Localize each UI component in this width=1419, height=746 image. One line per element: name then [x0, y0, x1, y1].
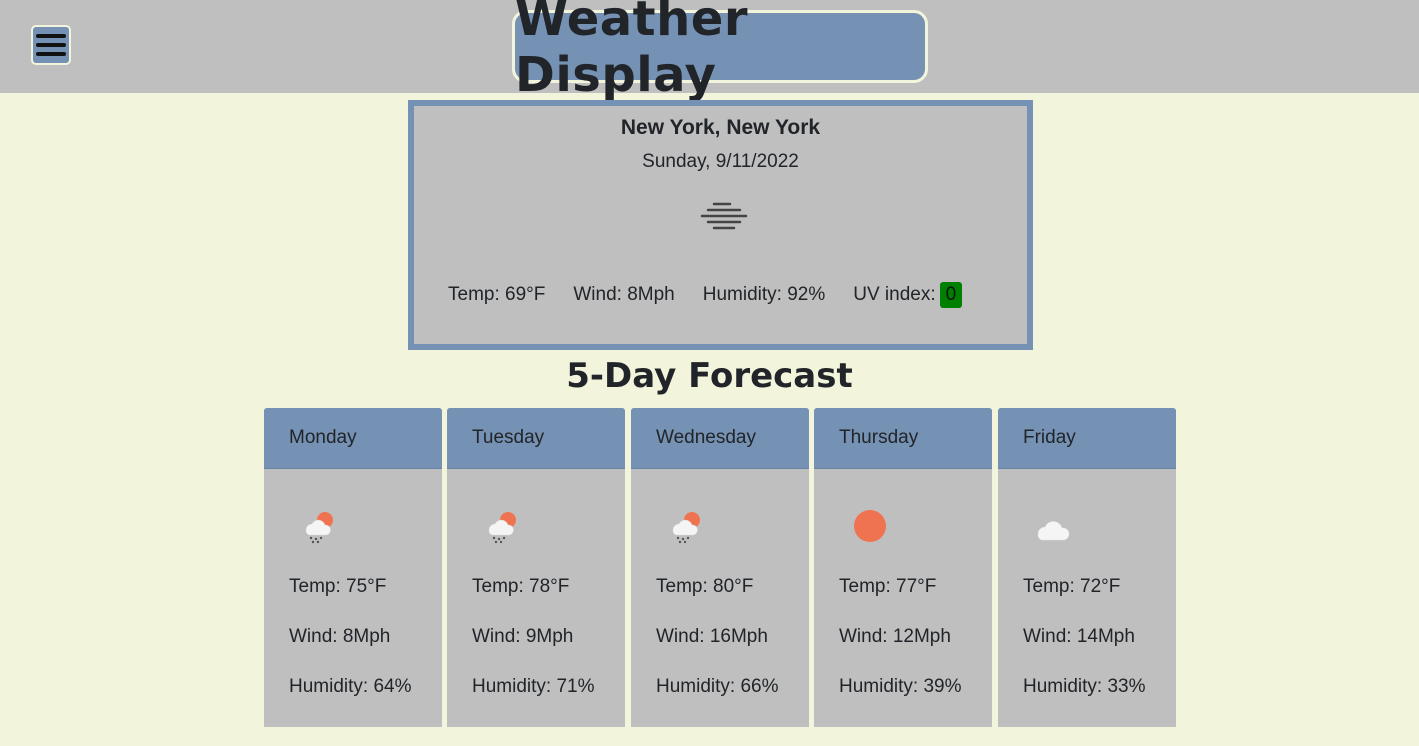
current-stats: Temp: 69°F Wind: 8Mph Humidity: 92% UV i… — [448, 282, 963, 308]
current-wind: Wind: 8Mph — [573, 284, 675, 305]
hamburger-menu-button[interactable] — [31, 25, 71, 65]
rain-sun-icon — [488, 512, 516, 544]
city-name: New York, New York — [620, 116, 821, 139]
rain-sun-icon — [305, 512, 333, 544]
forecast-day: Wednesday — [631, 408, 809, 469]
forecast-card-friday: Friday Temp: 72°F Wind: 14Mph Humidity: … — [998, 408, 1176, 727]
forecast-day: Friday — [998, 408, 1176, 469]
page-title: Weather Display — [515, 0, 749, 103]
forecast-temp: Temp: 75°F — [289, 576, 387, 597]
hamburger-icon-line — [36, 43, 66, 47]
uv-label: UV index: — [853, 284, 936, 305]
forecast-temp: Temp: 72°F — [1023, 576, 1121, 597]
hamburger-icon-line — [36, 34, 66, 38]
forecast-day: Tuesday — [447, 408, 625, 469]
current-weather-panel: New York, New York Sunday, 9/11/2022 Tem… — [408, 100, 1033, 350]
rain-sun-icon — [672, 512, 700, 544]
forecast-title: 5-Day Forecast — [566, 356, 853, 396]
forecast-wind: Wind: 14Mph — [1023, 626, 1135, 647]
uv-index-badge: 0 — [939, 282, 963, 308]
forecast-day: Thursday — [814, 408, 992, 469]
hamburger-icon-line — [36, 52, 66, 56]
forecast-card-thursday: Thursday Temp: 77°F Wind: 12Mph Humidity… — [814, 408, 992, 727]
forecast-temp: Temp: 80°F — [656, 576, 754, 597]
forecast-wind: Wind: 12Mph — [839, 626, 951, 647]
forecast-humidity: Humidity: 66% — [656, 676, 779, 697]
fog-icon — [700, 202, 748, 230]
forecast-humidity: Humidity: 33% — [1023, 676, 1146, 697]
current-temp: Temp: 69°F — [448, 284, 546, 305]
forecast-wind: Wind: 9Mph — [472, 626, 574, 647]
forecast-day: Monday — [264, 408, 442, 469]
forecast-humidity: Humidity: 71% — [472, 676, 595, 697]
forecast-wind: Wind: 8Mph — [289, 626, 391, 647]
forecast-card-wednesday: Wednesday Temp: 80°F Wind: 16Mph Humidit… — [631, 408, 809, 727]
cloud-icon — [1037, 521, 1070, 541]
forecast-card-monday: Monday Temp: 75°F Wind: 8Mph Humidity: 6… — [264, 408, 442, 727]
forecast-humidity: Humidity: 39% — [839, 676, 962, 697]
forecast-wind: Wind: 16Mph — [656, 626, 768, 647]
forecast-humidity: Humidity: 64% — [289, 676, 412, 697]
forecast-temp: Temp: 77°F — [839, 576, 937, 597]
forecast-card-tuesday: Tuesday Temp: 78°F Wind: 9Mph Humidity: … — [447, 408, 625, 727]
sun-icon — [854, 510, 886, 542]
title-box: Weather Display — [512, 0, 928, 103]
top-bar: Weather Display — [0, 0, 1419, 103]
current-date: Sunday, 9/11/2022 — [642, 151, 799, 172]
current-humidity: Humidity: 92% — [702, 284, 826, 305]
forecast-temp: Temp: 78°F — [472, 576, 570, 597]
